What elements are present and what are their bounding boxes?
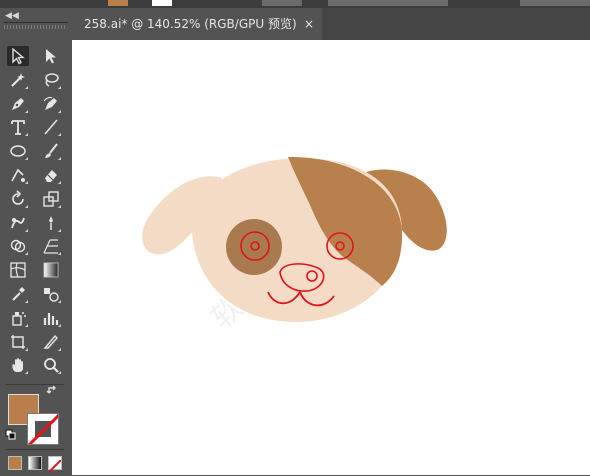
top-menu-strip bbox=[0, 0, 590, 8]
panel-divider bbox=[4, 22, 68, 23]
mesh-tool-icon[interactable] bbox=[7, 260, 29, 280]
flyout-indicator bbox=[58, 181, 61, 184]
stroke-swatch[interactable] bbox=[27, 413, 59, 445]
shaper-tool-icon[interactable] bbox=[7, 165, 29, 185]
column-graph-tool-icon[interactable] bbox=[40, 308, 62, 328]
direct-selection-tool-icon[interactable] bbox=[40, 46, 62, 66]
color-mode-button[interactable] bbox=[8, 456, 22, 470]
type-tool-icon[interactable] bbox=[7, 117, 29, 137]
flyout-indicator bbox=[58, 157, 61, 161]
gradient-tool-icon[interactable] bbox=[40, 260, 62, 280]
swap-fill-stroke-icon[interactable] bbox=[46, 384, 60, 398]
magic-wand-tool-icon[interactable] bbox=[7, 70, 29, 90]
fill-indicator-chip[interactable] bbox=[108, 0, 128, 6]
flyout-indicator bbox=[58, 252, 61, 256]
flyout-indicator bbox=[58, 204, 61, 208]
flyout-indicator bbox=[58, 371, 61, 375]
panel-grip[interactable] bbox=[4, 25, 66, 29]
flyout-indicator bbox=[25, 323, 28, 327]
ellipse-tool-icon[interactable] bbox=[7, 141, 29, 161]
slice-tool-icon[interactable] bbox=[40, 332, 62, 352]
puppet-warp-tool-icon[interactable] bbox=[40, 213, 62, 233]
scale-tool-icon[interactable] bbox=[40, 189, 62, 209]
pen-tool-icon[interactable] bbox=[7, 94, 29, 114]
control-field[interactable] bbox=[262, 0, 302, 6]
perspective-grid-tool-icon[interactable] bbox=[40, 236, 62, 256]
flyout-indicator bbox=[58, 85, 61, 89]
flyout-indicator bbox=[25, 228, 28, 232]
warp-tool-icon[interactable] bbox=[7, 213, 29, 233]
flyout-indicator bbox=[58, 323, 61, 327]
symbol-sprayer-tool-icon[interactable] bbox=[7, 308, 29, 328]
selection-tool-icon[interactable] bbox=[7, 46, 29, 66]
gradient-mode-button[interactable] bbox=[28, 456, 42, 470]
control-field[interactable] bbox=[328, 0, 448, 6]
flyout-indicator bbox=[25, 157, 28, 161]
rotate-tool-icon[interactable] bbox=[7, 189, 29, 209]
flyout-indicator bbox=[25, 252, 28, 256]
eyedropper-tool-icon[interactable] bbox=[7, 284, 29, 304]
artboard-canvas[interactable]: 软件自学网 bbox=[72, 40, 590, 475]
flyout-indicator bbox=[25, 300, 28, 303]
curvature-tool-icon[interactable] bbox=[40, 94, 62, 114]
flyout-indicator bbox=[25, 181, 28, 184]
flyout-indicator bbox=[25, 133, 28, 137]
lasso-tool-icon[interactable] bbox=[40, 70, 62, 90]
flyout-indicator bbox=[25, 85, 28, 89]
hand-tool-icon[interactable] bbox=[7, 355, 29, 375]
eraser-tool-icon[interactable] bbox=[40, 165, 62, 185]
stroke-indicator-chip[interactable] bbox=[152, 0, 172, 6]
none-mode-button[interactable] bbox=[48, 456, 62, 473]
tools-separator bbox=[6, 449, 64, 450]
close-tab-icon[interactable]: × bbox=[304, 8, 314, 40]
document-tab-title: 258.ai* @ 140.52% (RGB/GPU 预览) bbox=[84, 17, 297, 31]
document-tab[interactable]: 258.ai* @ 140.52% (RGB/GPU 预览) × bbox=[72, 8, 322, 40]
control-field[interactable] bbox=[520, 0, 590, 6]
flyout-indicator bbox=[58, 347, 61, 351]
shape-builder-tool-icon[interactable] bbox=[7, 236, 29, 256]
dog-eye-patch[interactable] bbox=[226, 219, 282, 275]
flyout-indicator bbox=[58, 228, 61, 232]
flyout-indicator bbox=[25, 109, 28, 113]
line-segment-tool-icon[interactable] bbox=[40, 117, 62, 137]
tools-panel: ◀◀ bbox=[0, 8, 72, 475]
paintbrush-tool-icon[interactable] bbox=[40, 141, 62, 161]
flyout-indicator bbox=[58, 133, 61, 137]
flyout-indicator bbox=[58, 109, 61, 113]
flyout-indicator bbox=[25, 204, 28, 208]
collapse-panel-icon[interactable]: ◀◀ bbox=[5, 11, 19, 21]
blend-tool-icon[interactable] bbox=[40, 284, 62, 304]
zoom-tool-icon[interactable] bbox=[40, 355, 62, 375]
flyout-indicator bbox=[25, 347, 28, 351]
flyout-indicator bbox=[25, 371, 28, 375]
document-tab-bar: 258.ai* @ 140.52% (RGB/GPU 预览) × bbox=[72, 8, 590, 40]
flyout-indicator bbox=[58, 300, 61, 303]
artboard-tool-icon[interactable] bbox=[7, 332, 29, 352]
default-colors-icon[interactable] bbox=[5, 429, 17, 441]
